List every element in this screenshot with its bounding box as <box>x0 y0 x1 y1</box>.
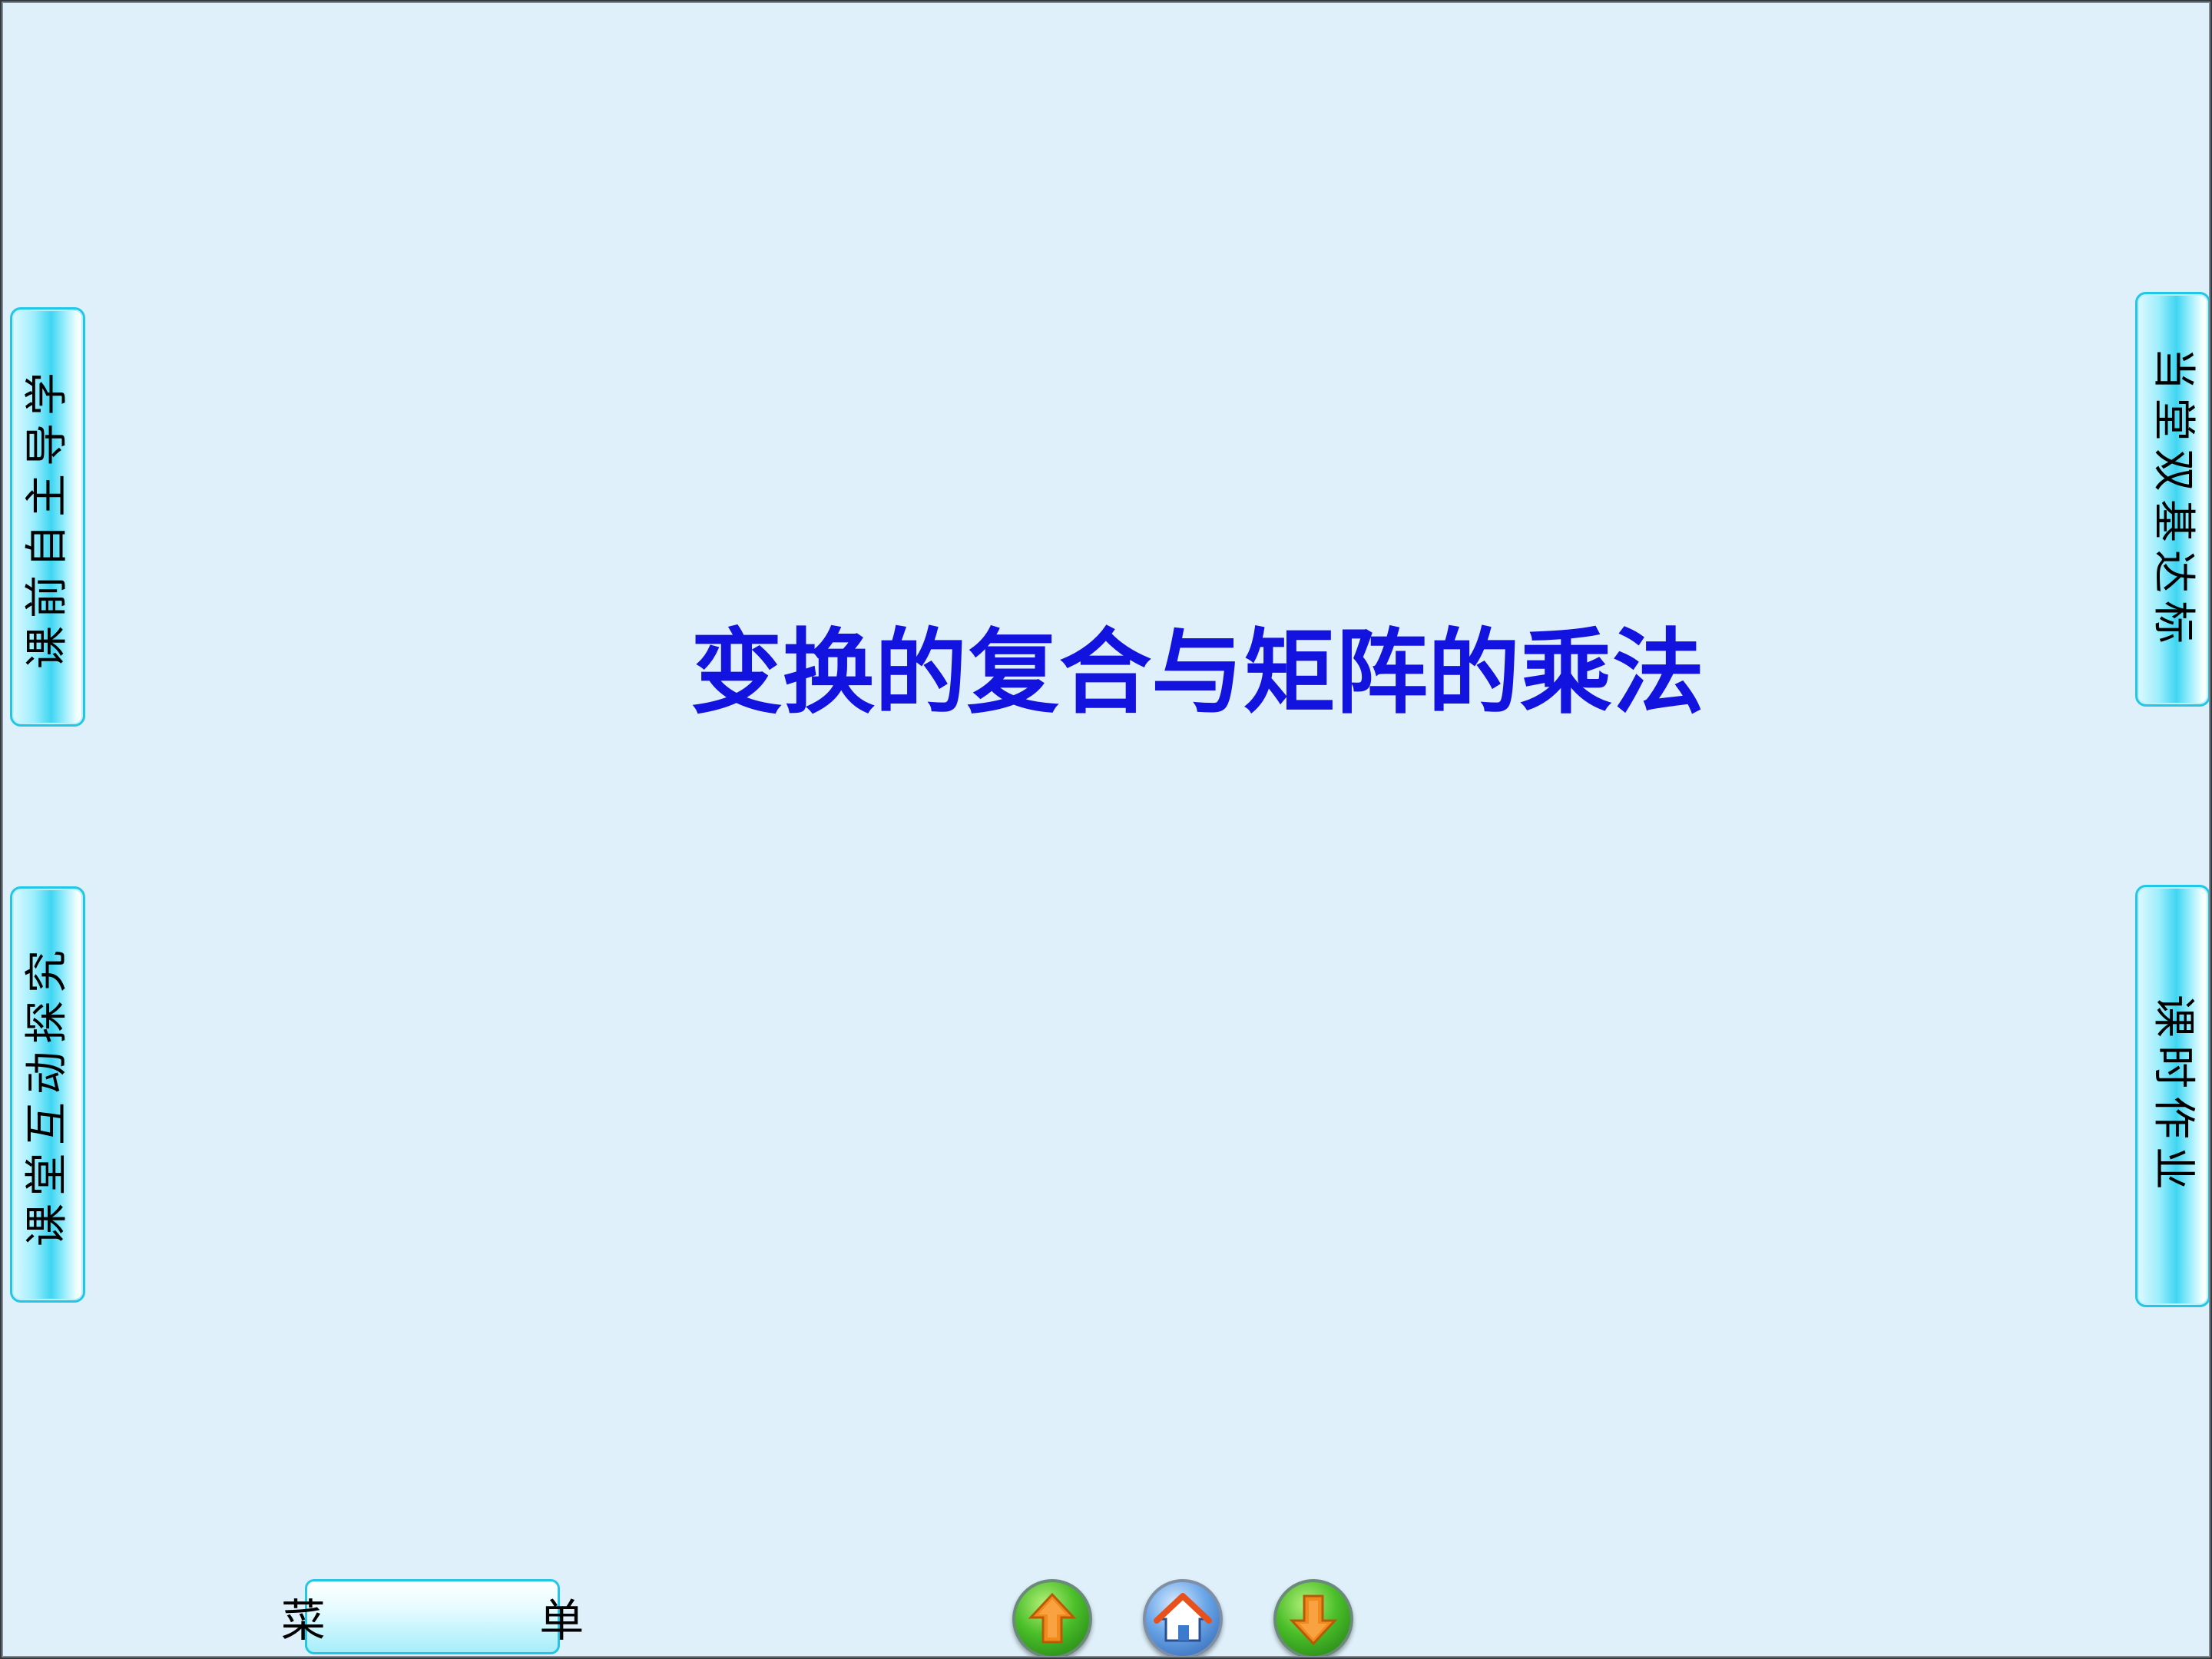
home-button[interactable] <box>1143 1579 1223 1656</box>
previous-button[interactable] <box>1012 1579 1092 1656</box>
up-arrow-icon <box>1028 1592 1077 1644</box>
down-arrow-icon <box>1289 1594 1338 1646</box>
slide: 课前自主导学 课堂互动探究 当堂双基达标 课时作业 变换的复合与矩阵的乘法 菜 … <box>2 2 2210 1657</box>
menu-button-label: 菜 单 <box>280 1594 684 1647</box>
tab-class-practice[interactable]: 当堂双基达标 <box>2135 292 2209 707</box>
slide-title: 变换的复合与矩阵的乘法 <box>690 618 1704 727</box>
tab-pre-class-study-label: 课前自主导学 <box>22 365 72 669</box>
tab-homework-label: 课时作业 <box>2148 995 2198 1197</box>
tab-homework[interactable]: 课时作业 <box>2135 885 2209 1307</box>
menu-button[interactable]: 菜 单 <box>281 1579 584 1654</box>
tab-class-interaction[interactable]: 课堂互动探究 <box>10 886 85 1303</box>
tab-pre-class-study[interactable]: 课前自主导学 <box>10 307 85 727</box>
next-button[interactable] <box>1273 1579 1353 1656</box>
tab-class-practice-label: 当堂双基达标 <box>2148 347 2198 651</box>
home-icon <box>1154 1593 1212 1642</box>
tab-class-interaction-label: 课堂互动探究 <box>22 942 72 1247</box>
